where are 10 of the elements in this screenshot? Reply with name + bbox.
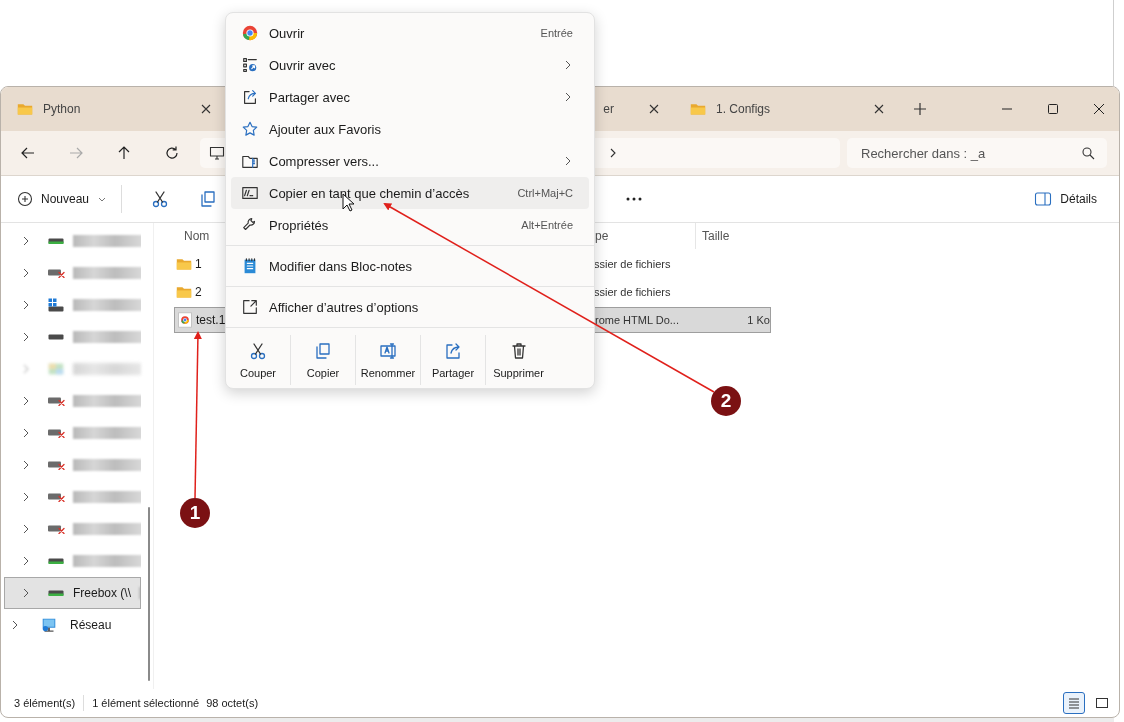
file-name: 1	[195, 257, 202, 271]
file-name: 2	[195, 285, 202, 299]
selection-info: 1 élément sélectionné	[92, 697, 200, 709]
file-name: test.1	[196, 313, 226, 327]
file-type: ssier de fichiers	[593, 286, 672, 298]
file-type: ssier de fichiers	[593, 258, 672, 270]
file-size: 1 Ko	[747, 314, 770, 326]
item-count: 3 élément(s)	[14, 697, 76, 709]
file-type: rome HTML Do...	[594, 314, 680, 326]
selection-size: 98 octet(s)	[206, 697, 259, 709]
